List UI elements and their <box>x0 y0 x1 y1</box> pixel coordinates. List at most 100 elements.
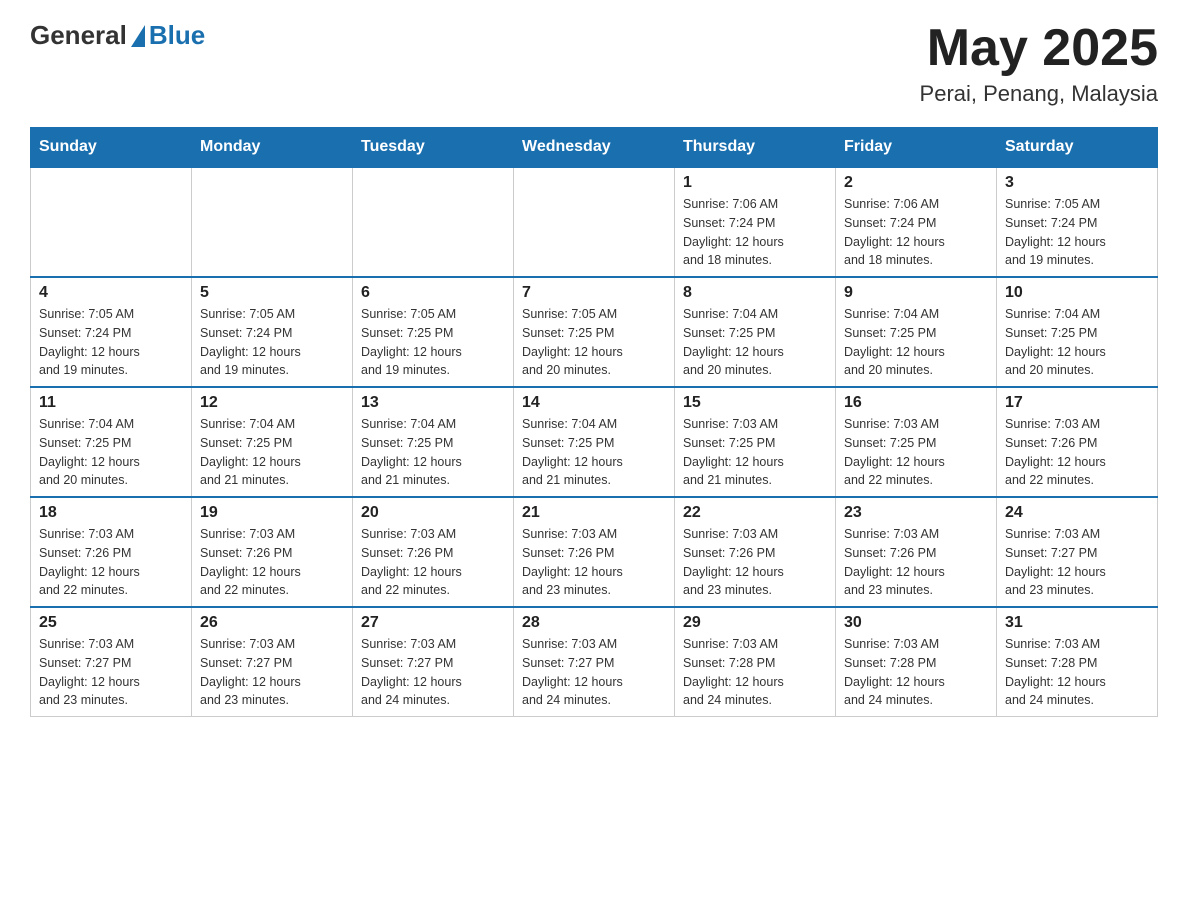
table-row: 22Sunrise: 7:03 AMSunset: 7:26 PMDayligh… <box>675 497 836 607</box>
day-info: Sunrise: 7:04 AMSunset: 7:25 PMDaylight:… <box>522 415 666 490</box>
day-number: 13 <box>361 394 505 412</box>
day-number: 20 <box>361 504 505 522</box>
day-number: 31 <box>1005 614 1149 632</box>
day-info: Sunrise: 7:03 AMSunset: 7:27 PMDaylight:… <box>522 635 666 710</box>
day-number: 24 <box>1005 504 1149 522</box>
day-info: Sunrise: 7:03 AMSunset: 7:27 PMDaylight:… <box>200 635 344 710</box>
day-number: 28 <box>522 614 666 632</box>
table-row: 9Sunrise: 7:04 AMSunset: 7:25 PMDaylight… <box>836 277 997 387</box>
table-row: 23 Sunrise: 7:03 AMSunset: 7:26 PMDayligh… <box>836 497 997 607</box>
calendar-week-2: 4 Sunrise: 7:05 AMSunset: 7:24 PMDaylight… <box>31 277 1158 387</box>
col-monday: Monday <box>192 128 353 168</box>
day-number: 19 <box>200 504 344 522</box>
table-row: 27 Sunrise: 7:03 AMSunset: 7:27 PMDayligh… <box>353 607 514 717</box>
col-sunday: Sunday <box>31 128 192 168</box>
table-row: 24 Sunrise: 7:03 AMSunset: 7:27 PMDayligh… <box>997 497 1158 607</box>
day-number: 8 <box>683 284 827 302</box>
calendar-week-1: 1Sunrise: 7:06 AMSunset: 7:24 PMDaylight… <box>31 167 1158 277</box>
day-number: 3 <box>1005 174 1149 192</box>
logo-triangle-icon <box>131 25 145 47</box>
calendar-header-row: Sunday Monday Tuesday Wednesday Thursday… <box>31 128 1158 168</box>
day-number: 15 <box>683 394 827 412</box>
page-header: General Blue May 2025 Perai, Penang, Mal… <box>30 20 1158 107</box>
day-number: 27 <box>361 614 505 632</box>
day-info: Sunrise: 7:03 AMSunset: 7:26 PMDaylight:… <box>1005 415 1149 490</box>
table-row: 18Sunrise: 7:03 AMSunset: 7:26 PMDayligh… <box>31 497 192 607</box>
day-info: Sunrise: 7:03 AMSunset: 7:28 PMDaylight:… <box>1005 635 1149 710</box>
day-info: Sunrise: 7:05 AMSunset: 7:25 PMDaylight:… <box>522 305 666 380</box>
month-year-title: May 2025 <box>920 20 1158 77</box>
table-row: 19 Sunrise: 7:03 AMSunset: 7:26 PMDayligh… <box>192 497 353 607</box>
table-row: 25 Sunrise: 7:03 AMSunset: 7:27 PMDayligh… <box>31 607 192 717</box>
logo-general: General <box>30 20 127 51</box>
table-row: 14 Sunrise: 7:04 AMSunset: 7:25 PMDayligh… <box>514 387 675 497</box>
table-row: 29 Sunrise: 7:03 AMSunset: 7:28 PMDayligh… <box>675 607 836 717</box>
table-row: 17Sunrise: 7:03 AMSunset: 7:26 PMDayligh… <box>997 387 1158 497</box>
col-friday: Friday <box>836 128 997 168</box>
day-number: 14 <box>522 394 666 412</box>
table-row: 31 Sunrise: 7:03 AMSunset: 7:28 PMDayligh… <box>997 607 1158 717</box>
day-info: Sunrise: 7:03 AMSunset: 7:25 PMDaylight:… <box>844 415 988 490</box>
day-info: Sunrise: 7:03 AMSunset: 7:28 PMDaylight:… <box>683 635 827 710</box>
day-number: 26 <box>200 614 344 632</box>
day-number: 25 <box>39 614 183 632</box>
day-info: Sunrise: 7:05 AMSunset: 7:24 PMDaylight:… <box>1005 195 1149 270</box>
day-info: Sunrise: 7:03 AMSunset: 7:26 PMDaylight:… <box>522 525 666 600</box>
table-row: 26 Sunrise: 7:03 AMSunset: 7:27 PMDayligh… <box>192 607 353 717</box>
logo: General Blue <box>30 20 205 51</box>
location-subtitle: Perai, Penang, Malaysia <box>920 81 1158 107</box>
day-number: 30 <box>844 614 988 632</box>
table-row: 8 Sunrise: 7:04 AMSunset: 7:25 PMDaylight… <box>675 277 836 387</box>
table-row: 20 Sunrise: 7:03 AMSunset: 7:26 PMDayligh… <box>353 497 514 607</box>
day-number: 4 <box>39 284 183 302</box>
table-row: 7 Sunrise: 7:05 AMSunset: 7:25 PMDaylight… <box>514 277 675 387</box>
day-info: Sunrise: 7:04 AMSunset: 7:25 PMDaylight:… <box>1005 305 1149 380</box>
day-number: 10 <box>1005 284 1149 302</box>
day-number: 6 <box>361 284 505 302</box>
table-row: 30 Sunrise: 7:03 AMSunset: 7:28 PMDayligh… <box>836 607 997 717</box>
day-info: Sunrise: 7:03 AMSunset: 7:26 PMDaylight:… <box>200 525 344 600</box>
day-info: Sunrise: 7:06 AMSunset: 7:24 PMDaylight:… <box>844 195 988 270</box>
calendar-week-4: 18Sunrise: 7:03 AMSunset: 7:26 PMDayligh… <box>31 497 1158 607</box>
calendar-week-5: 25 Sunrise: 7:03 AMSunset: 7:27 PMDayligh… <box>31 607 1158 717</box>
table-row: 10 Sunrise: 7:04 AMSunset: 7:25 PMDayligh… <box>997 277 1158 387</box>
table-row: 5Sunrise: 7:05 AMSunset: 7:24 PMDaylight… <box>192 277 353 387</box>
logo-blue: Blue <box>149 20 205 51</box>
day-number: 9 <box>844 284 988 302</box>
table-row: 1Sunrise: 7:06 AMSunset: 7:24 PMDaylight… <box>675 167 836 277</box>
table-row: 13Sunrise: 7:04 AMSunset: 7:25 PMDayligh… <box>353 387 514 497</box>
table-row: 2 Sunrise: 7:06 AMSunset: 7:24 PMDaylight… <box>836 167 997 277</box>
day-info: Sunrise: 7:03 AMSunset: 7:26 PMDaylight:… <box>683 525 827 600</box>
col-saturday: Saturday <box>997 128 1158 168</box>
day-info: Sunrise: 7:05 AMSunset: 7:24 PMDaylight:… <box>200 305 344 380</box>
table-row <box>514 167 675 277</box>
table-row: 16Sunrise: 7:03 AMSunset: 7:25 PMDayligh… <box>836 387 997 497</box>
table-row <box>353 167 514 277</box>
table-row: 21 Sunrise: 7:03 AMSunset: 7:26 PMDayligh… <box>514 497 675 607</box>
day-number: 23 <box>844 504 988 522</box>
day-number: 2 <box>844 174 988 192</box>
day-number: 7 <box>522 284 666 302</box>
day-number: 21 <box>522 504 666 522</box>
day-info: Sunrise: 7:03 AMSunset: 7:27 PMDaylight:… <box>1005 525 1149 600</box>
table-row: 12Sunrise: 7:04 AMSunset: 7:25 PMDayligh… <box>192 387 353 497</box>
table-row: 28 Sunrise: 7:03 AMSunset: 7:27 PMDayligh… <box>514 607 675 717</box>
table-row: 3 Sunrise: 7:05 AMSunset: 7:24 PMDaylight… <box>997 167 1158 277</box>
day-number: 11 <box>39 394 183 412</box>
day-info: Sunrise: 7:04 AMSunset: 7:25 PMDaylight:… <box>39 415 183 490</box>
day-info: Sunrise: 7:03 AMSunset: 7:27 PMDaylight:… <box>39 635 183 710</box>
day-info: Sunrise: 7:03 AMSunset: 7:28 PMDaylight:… <box>844 635 988 710</box>
day-info: Sunrise: 7:05 AMSunset: 7:25 PMDaylight:… <box>361 305 505 380</box>
day-info: Sunrise: 7:03 AMSunset: 7:26 PMDaylight:… <box>844 525 988 600</box>
col-tuesday: Tuesday <box>353 128 514 168</box>
day-number: 29 <box>683 614 827 632</box>
day-info: Sunrise: 7:03 AMSunset: 7:26 PMDaylight:… <box>361 525 505 600</box>
day-info: Sunrise: 7:05 AMSunset: 7:24 PMDaylight:… <box>39 305 183 380</box>
col-wednesday: Wednesday <box>514 128 675 168</box>
table-row <box>31 167 192 277</box>
table-row: 6 Sunrise: 7:05 AMSunset: 7:25 PMDaylight… <box>353 277 514 387</box>
calendar-table: Sunday Monday Tuesday Wednesday Thursday… <box>30 127 1158 717</box>
day-info: Sunrise: 7:03 AMSunset: 7:27 PMDaylight:… <box>361 635 505 710</box>
day-info: Sunrise: 7:04 AMSunset: 7:25 PMDaylight:… <box>683 305 827 380</box>
title-section: May 2025 Perai, Penang, Malaysia <box>920 20 1158 107</box>
